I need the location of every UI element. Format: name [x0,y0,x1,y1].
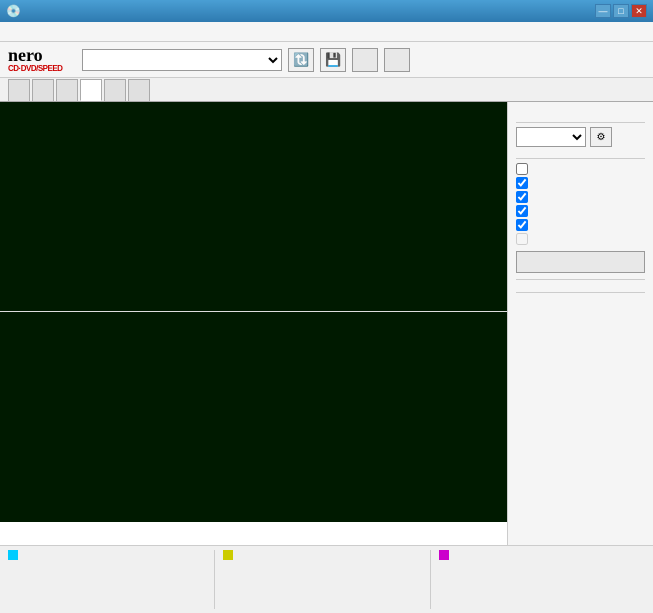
right-panel: ⚙ [508,102,653,545]
tab-scan-disc[interactable] [128,79,150,101]
speed-selector[interactable] [516,127,586,147]
chart-pif [0,312,507,522]
quick-scan-checkbox[interactable] [516,163,528,175]
tab-disc-quality[interactable] [80,79,102,101]
progress-section [516,292,645,301]
start-button[interactable] [352,48,378,72]
write-speed-checkbox [516,233,528,245]
read-speed-row [516,219,645,231]
close-button[interactable] [384,48,410,72]
title-bar-controls: — □ ✕ [595,4,647,18]
jitter-checkbox[interactable] [516,205,528,217]
cd-dvd-speed-label: CD·DVD/SPEED [8,64,62,73]
menu-help[interactable] [64,30,72,34]
divider-3 [516,279,645,280]
read-speed-checkbox[interactable] [516,219,528,231]
main-content: ⚙ [0,102,653,545]
pi-errors-color [8,550,18,560]
jitter-group [431,550,645,609]
speed-settings-row: ⚙ [516,127,645,147]
jitter-header [439,550,637,560]
advanced-button[interactable] [516,251,645,273]
pi-errors-group [8,550,215,609]
tab-advanced-disc-quality[interactable] [104,79,126,101]
tab-disc-info[interactable] [56,79,78,101]
c1pie-checkbox[interactable] [516,177,528,189]
drive-selector[interactable] [82,49,282,71]
divider-2 [516,158,645,159]
c2pif-checkbox[interactable] [516,191,528,203]
c1pie-row [516,177,645,189]
charts-area [0,102,508,545]
chart-pie [0,102,507,312]
pi-failures-group [215,550,430,609]
minimize-button[interactable]: — [595,4,611,18]
menu-runtest[interactable] [24,30,32,34]
stats-bar [0,545,653,613]
nero-logo-text: nero [8,46,43,64]
title-bar: 💿 — □ ✕ [0,0,653,22]
c2pif-row [516,191,645,203]
pi-failures-header [223,550,421,560]
tab-benchmark[interactable] [8,79,30,101]
menu-file[interactable] [4,30,12,34]
jitter-row [516,205,645,217]
title-bar-left: 💿 [6,4,25,18]
menu-bar [0,22,653,42]
divider-1 [516,122,645,123]
jitter-color [439,550,449,560]
save-button[interactable]: 💾 [320,48,346,72]
refresh-button[interactable]: 🔃 [288,48,314,72]
toolbar: nero CD·DVD/SPEED 🔃 💾 [0,42,653,78]
menu-extra[interactable] [44,30,52,34]
tab-bar [0,78,653,102]
nero-logo: nero CD·DVD/SPEED [8,46,62,73]
pi-errors-header [8,550,206,560]
pi-failures-color [223,550,233,560]
tab-create-disc[interactable] [32,79,54,101]
speed-config-button[interactable]: ⚙ [590,127,612,147]
maximize-button[interactable]: □ [613,4,629,18]
write-speed-row [516,233,645,245]
close-window-button[interactable]: ✕ [631,4,647,18]
quick-scan-row [516,163,645,175]
